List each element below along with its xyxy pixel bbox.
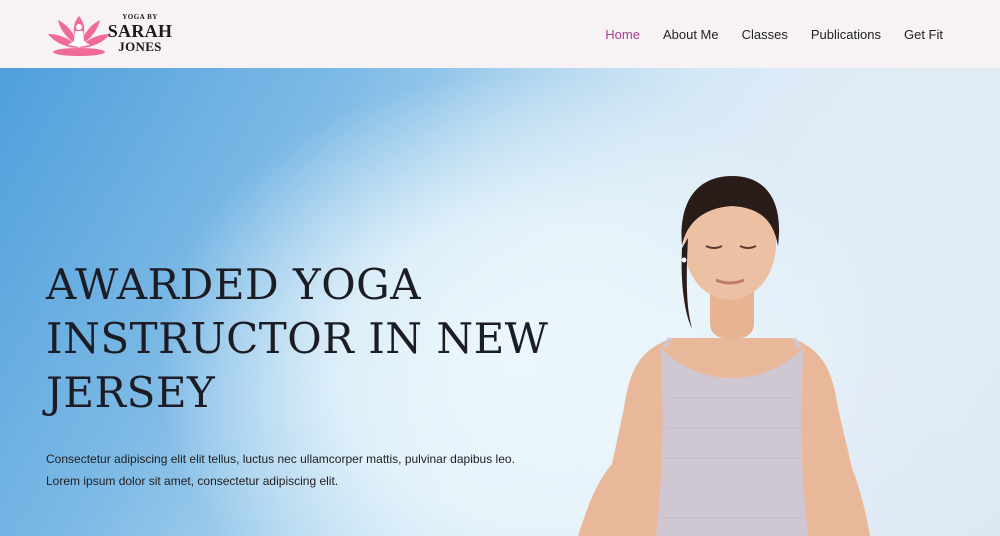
hero-title: AWARDED YOGA INSTRUCTOR IN NEW JERSEY [46, 260, 549, 417]
hero-description-line1: Consectetur adipiscing elit elit tellus,… [46, 452, 515, 466]
nav-item-about-me[interactable]: About Me [663, 23, 719, 46]
logo-name-line2: JONES [118, 39, 162, 54]
nav-item-publications[interactable]: Publications [811, 23, 881, 46]
logo-small-text: YOGA BY [122, 13, 158, 21]
main-nav: Home About Me Classes Publications Get F… [605, 0, 943, 68]
logo-wordmark: YOGA BY SARAH JONES [90, 13, 190, 54]
nav-item-get-fit[interactable]: Get Fit [904, 23, 943, 46]
hero-description: Consectetur adipiscing elit elit tellus,… [46, 448, 516, 492]
nav-item-home[interactable]: Home [605, 23, 640, 46]
site-logo[interactable]: YOGA BY SARAH JONES [46, 12, 186, 56]
logo-name-line1: SARAH [107, 21, 173, 41]
nav-item-classes[interactable]: Classes [742, 23, 788, 46]
site-header: YOGA BY SARAH JONES Home About Me Classe… [0, 0, 1000, 68]
hero-description-line2: Lorem ipsum dolor sit amet, consectetur … [46, 474, 339, 488]
meditating-woman-image [578, 176, 870, 536]
hero-section: AWARDED YOGA INSTRUCTOR IN NEW JERSEY Co… [0, 68, 1000, 536]
